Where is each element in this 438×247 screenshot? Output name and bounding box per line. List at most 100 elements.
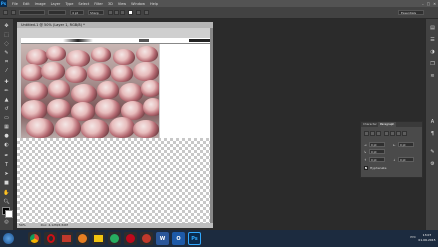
justify-last-center-icon[interactable] bbox=[390, 131, 395, 136]
zoom-level[interactable]: 50% bbox=[19, 223, 26, 227]
pen-tool-icon[interactable]: ✒ bbox=[3, 153, 10, 159]
document-scrollbar[interactable] bbox=[210, 28, 213, 223]
tab-character[interactable]: Character bbox=[361, 122, 379, 127]
close-button[interactable]: ✕ bbox=[433, 2, 436, 6]
outlook-icon[interactable]: O bbox=[172, 232, 185, 245]
brush-panel-icon[interactable]: ✎ bbox=[429, 149, 436, 156]
justify-all-icon[interactable] bbox=[402, 131, 407, 136]
crop-tool-icon[interactable]: ⌗ bbox=[3, 59, 10, 65]
channels-panel-icon[interactable]: ≋ bbox=[429, 73, 436, 80]
font-style-select[interactable] bbox=[48, 10, 66, 15]
flower-petal bbox=[71, 84, 97, 103]
text-color-swatch[interactable] bbox=[128, 10, 133, 15]
clone-stamp-tool-icon[interactable]: ▲ bbox=[3, 97, 10, 103]
align-left-icon[interactable] bbox=[108, 10, 113, 15]
lasso-tool-icon[interactable]: ◌ bbox=[3, 41, 10, 47]
anti-alias-select[interactable]: Sharp bbox=[88, 10, 104, 15]
menu-select[interactable]: Select bbox=[78, 2, 89, 6]
text-orientation-icon[interactable] bbox=[11, 10, 16, 15]
media-icon[interactable] bbox=[76, 232, 89, 245]
history-panel-icon[interactable]: ▤ bbox=[429, 25, 436, 32]
menu-view[interactable]: View bbox=[118, 2, 126, 6]
type-tool-icon[interactable]: T bbox=[3, 162, 10, 168]
hand-tool-icon[interactable]: ✋ bbox=[3, 190, 10, 196]
hyphenate-checkbox[interactable]: ✓ bbox=[364, 166, 368, 170]
quick-select-tool-icon[interactable]: ✎ bbox=[3, 50, 10, 56]
menu-edit[interactable]: Edit bbox=[23, 2, 30, 6]
tool-presets-icon[interactable]: ⚙ bbox=[429, 161, 436, 168]
healing-brush-tool-icon[interactable]: ✚ bbox=[3, 79, 10, 85]
maximize-button[interactable]: □ bbox=[427, 2, 430, 6]
tab-paragraph[interactable]: Paragraph bbox=[378, 122, 397, 127]
menu-filter[interactable]: Filter bbox=[94, 2, 103, 6]
flower-petal bbox=[48, 80, 70, 98]
layers-panel-icon[interactable]: ❐ bbox=[429, 61, 436, 68]
eraser-tool-icon[interactable]: ▭ bbox=[3, 115, 10, 121]
options-bar: 4 pt Sharp Essentials bbox=[0, 7, 438, 19]
flower-petal bbox=[55, 117, 81, 138]
warp-text-icon[interactable] bbox=[136, 10, 141, 15]
menu-file[interactable]: File bbox=[12, 2, 18, 6]
quick-mask-icon[interactable]: ◎ bbox=[3, 219, 10, 225]
background-color-swatch[interactable] bbox=[5, 210, 13, 218]
menu-window[interactable]: Window bbox=[131, 2, 145, 6]
space-after-field[interactable]: 0 pt bbox=[398, 157, 414, 162]
marquee-tool-icon[interactable]: ⬚ bbox=[3, 32, 10, 38]
path-selection-tool-icon[interactable]: ➤ bbox=[3, 171, 10, 177]
move-tool-icon[interactable]: ✥ bbox=[3, 23, 10, 29]
type-tool-preset-icon[interactable] bbox=[3, 10, 8, 15]
history-brush-tool-icon[interactable]: ↺ bbox=[3, 106, 10, 112]
doc-size-info[interactable]: Doc: 4,12M/4,50M bbox=[41, 223, 68, 227]
minimize-button[interactable]: – bbox=[422, 2, 424, 6]
zoom-tool-icon[interactable]: 🔍︎ bbox=[3, 199, 10, 205]
menu-help[interactable]: Help bbox=[150, 2, 158, 6]
eyedropper-tool-icon[interactable]: ⁄ bbox=[3, 68, 10, 74]
flower-petal bbox=[26, 49, 48, 65]
opera-icon[interactable] bbox=[44, 232, 57, 245]
menu-image[interactable]: Image bbox=[35, 2, 46, 6]
flower-petal bbox=[113, 49, 135, 65]
store-icon[interactable] bbox=[108, 232, 121, 245]
mail-icon[interactable] bbox=[60, 232, 73, 245]
character-panel-icon[interactable]: A bbox=[429, 119, 436, 126]
chrome-icon[interactable] bbox=[28, 232, 41, 245]
pinterest-icon[interactable] bbox=[124, 232, 137, 245]
indent-left-field[interactable]: 0 pt bbox=[369, 142, 385, 147]
word-icon[interactable]: W bbox=[156, 232, 169, 245]
justify-last-left-icon[interactable] bbox=[384, 131, 389, 136]
flower-petal bbox=[97, 81, 119, 99]
transparent-canvas-area bbox=[17, 138, 210, 223]
menu-layer[interactable]: Layer bbox=[51, 2, 61, 6]
shape-tool-icon[interactable]: ■ bbox=[3, 180, 10, 186]
workspace-select[interactable]: Essentials bbox=[398, 10, 424, 15]
align-center-icon[interactable] bbox=[114, 10, 119, 15]
taskbar: W O Ps РУС 13:07 01.06.2015 bbox=[0, 230, 438, 247]
align-right-icon[interactable] bbox=[120, 10, 125, 15]
font-size-select[interactable]: 4 pt bbox=[70, 10, 84, 15]
align-center-icon[interactable] bbox=[370, 131, 375, 136]
gradient-tool-icon[interactable]: ▦ bbox=[3, 124, 10, 130]
paragraph-panel-icon[interactable]: ¶ bbox=[429, 131, 436, 138]
input-language[interactable]: РУС bbox=[410, 235, 416, 239]
align-left-icon[interactable] bbox=[364, 131, 369, 136]
photoshop-icon[interactable]: Ps bbox=[188, 232, 201, 245]
font-family-select[interactable] bbox=[19, 10, 45, 15]
blur-tool-icon[interactable]: ● bbox=[3, 133, 10, 139]
menu-type[interactable]: Type bbox=[65, 2, 73, 6]
indent-first-line-field[interactable]: 0 pt bbox=[369, 149, 385, 154]
skype-icon[interactable] bbox=[140, 232, 153, 245]
flower-petal bbox=[81, 119, 109, 138]
character-panel-icon[interactable] bbox=[144, 10, 149, 15]
clock[interactable]: 13:07 01.06.2015 bbox=[418, 233, 436, 243]
indent-right-field[interactable]: 0 pt bbox=[398, 142, 414, 147]
adjustments-panel-icon[interactable]: ◑ bbox=[429, 49, 436, 56]
properties-panel-icon[interactable]: ☰ bbox=[429, 37, 436, 44]
space-before-field[interactable]: 0 pt bbox=[369, 157, 385, 162]
start-button[interactable] bbox=[3, 233, 14, 244]
menu-3d[interactable]: 3D bbox=[108, 2, 113, 6]
explorer-icon[interactable] bbox=[92, 232, 105, 245]
brush-tool-icon[interactable]: ✏ bbox=[3, 88, 10, 94]
justify-last-right-icon[interactable] bbox=[396, 131, 401, 136]
align-right-icon[interactable] bbox=[376, 131, 381, 136]
dodge-tool-icon[interactable]: ◐ bbox=[3, 142, 10, 148]
